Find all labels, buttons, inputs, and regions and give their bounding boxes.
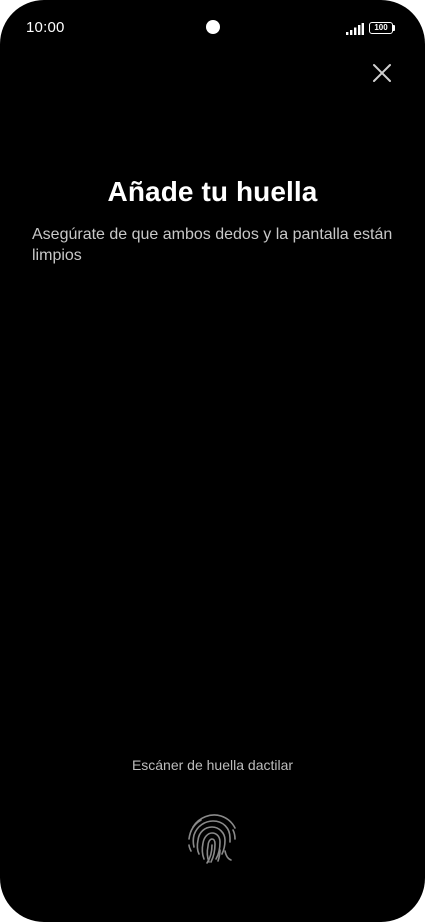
battery-tip [393,25,395,31]
page-subtitle: Asegúrate de que ambos dedos y la pantal… [32,226,393,264]
status-time: 10:00 [26,19,65,36]
fingerprint-icon [188,814,236,864]
signal-icon [346,22,364,35]
close-icon [373,64,391,82]
status-bar: 10:00 100 [0,0,425,56]
page-title: Añade tu huella [107,176,318,207]
front-camera [206,20,220,34]
close-button[interactable] [366,57,398,89]
battery-level: 100 [374,23,388,32]
fingerprint-sensor[interactable] [181,807,243,869]
scanner-label: Escáner de huella dactilar [131,757,294,773]
phone-screen: 10:00 100 Añade tu huella Asegúrate de q… [0,0,425,922]
battery-icon: 100 [369,22,393,34]
